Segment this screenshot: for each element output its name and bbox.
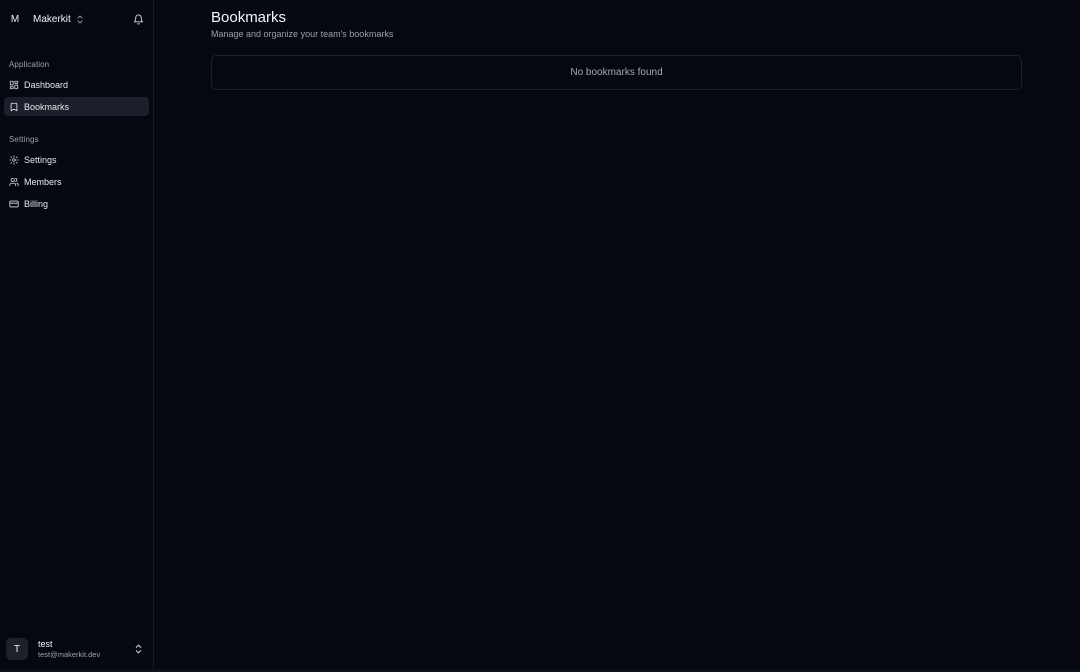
chevron-up-down-icon <box>77 15 83 24</box>
sidebar-item-label: Dashboard <box>24 79 69 90</box>
credit-card-icon <box>9 199 19 209</box>
user-info: test test@makerkit.dev <box>38 639 100 660</box>
sidebar-item-label: Members <box>24 176 62 187</box>
app-root: M Makerkit Application Dashboard Bookmar… <box>0 0 1080 672</box>
user-menu[interactable]: T test test@makerkit.dev <box>6 636 149 662</box>
sidebar: M Makerkit Application Dashboard Bookmar… <box>0 0 154 672</box>
team-switcher[interactable]: M Makerkit <box>6 9 98 29</box>
user-name: test <box>38 638 53 649</box>
empty-state-card: No bookmarks found <box>211 55 1022 90</box>
sidebar-item-members[interactable]: Members <box>4 172 149 191</box>
sidebar-item-bookmarks[interactable]: Bookmarks <box>4 97 149 116</box>
sidebar-item-dashboard[interactable]: Dashboard <box>4 75 149 94</box>
gear-icon <box>9 154 19 165</box>
chevron-up-down-icon <box>135 644 142 654</box>
sidebar-item-billing[interactable]: Billing <box>4 194 149 213</box>
bookmark-icon <box>9 102 19 112</box>
sidebar-item-settings[interactable]: Settings <box>4 150 149 169</box>
section-label-application: Application <box>9 60 50 69</box>
bell-icon <box>133 14 144 25</box>
page-subtitle: Manage and organize your team's bookmark… <box>211 29 394 39</box>
grid-icon <box>9 80 19 90</box>
sidebar-item-label: Bookmarks <box>24 101 70 112</box>
page-title: Bookmarks <box>211 9 287 26</box>
section-label-settings: Settings <box>9 135 39 144</box>
empty-state-message: No bookmarks found <box>570 67 663 78</box>
user-email: test@makerkit.dev <box>38 649 101 659</box>
sidebar-item-label: Settings <box>24 154 57 165</box>
team-avatar: M <box>10 13 20 25</box>
notifications-button[interactable] <box>130 11 146 27</box>
users-icon <box>9 177 19 187</box>
sidebar-item-label: Billing <box>24 198 49 209</box>
avatar: T <box>6 638 28 660</box>
team-name: Makerkit <box>33 13 71 25</box>
